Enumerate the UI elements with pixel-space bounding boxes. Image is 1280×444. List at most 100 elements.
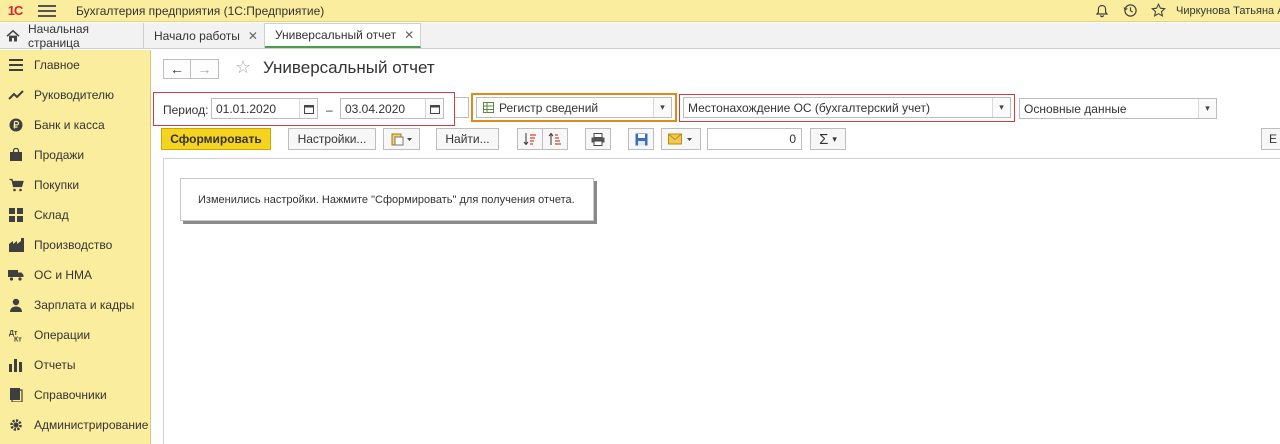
floppy-disk-icon [635,133,647,145]
find-button[interactable]: Найти... [436,128,499,150]
tab-start[interactable]: Начало работы ✕ [144,23,265,48]
source-group: Местонахождение ОС (бухгалтерский учет) … [679,94,1015,122]
tab-start-label: Начало работы [154,28,240,43]
sum-button[interactable]: Σ ▾ [810,128,846,150]
sum-value-field[interactable]: 0 [707,128,802,150]
logo-text: 1С [7,3,24,18]
chevron-down-icon[interactable]: ▾ [653,98,671,117]
sidebar-item-label: Банк и касса [34,118,105,132]
envelope-dropdown-icon [668,133,692,145]
star-icon[interactable] [1144,0,1172,22]
sidebar-item-label: Администрирование [34,418,149,432]
bell-icon[interactable] [1088,0,1116,22]
main-menu-icon[interactable] [38,4,56,17]
favorite-star-icon[interactable]: ☆ [235,57,251,78]
chevron-down-icon[interactable]: ▾ [992,98,1010,117]
sidebar-item-production[interactable]: Производство [0,230,150,260]
date-to-value: 03.04.2020 [345,101,406,116]
date-from-value: 01.01.2020 [216,101,277,116]
more-button[interactable]: Е [1261,128,1280,150]
save-button[interactable] [628,128,654,150]
source-type-select[interactable]: Регистр сведений ▾ [476,97,672,118]
report-form: ← → ☆ Универсальный отчет Период: 01.01.… [151,50,1280,444]
calendar-icon[interactable] [425,99,443,118]
chevron-down-icon: ▾ [832,133,837,144]
ruble-icon [8,117,24,133]
back-button[interactable]: ← [163,59,191,79]
chevron-down-icon[interactable]: ▾ [1198,99,1216,118]
sidebar-item-fixed-assets[interactable]: ОС и НМА [0,260,150,290]
sidebar-item-admin[interactable]: Администрирование [0,410,150,440]
sidebar: Главное Руководителю Банк и касса Продаж… [0,50,151,444]
generate-button[interactable]: Сформировать [161,128,271,150]
sidebar-item-warehouse[interactable]: Склад [0,200,150,230]
arrow-right-icon: → [197,61,212,77]
sort-desc-button[interactable] [542,128,568,150]
sort-asc-button[interactable] [517,128,543,150]
sidebar-item-label: Операции [34,328,91,342]
sidebar-item-manager[interactable]: Руководителю [0,80,150,110]
sidebar-item-sales[interactable]: Продажи [0,140,150,170]
close-icon[interactable]: ✕ [248,29,258,43]
menu-icon [8,57,24,73]
clipboard-dropdown-icon [391,133,412,146]
sidebar-item-label: Продажи [34,148,85,162]
source-value: Местонахождение ОС (бухгалтерский учет) [688,100,931,115]
tab-home-label: Начальная страница [28,21,90,50]
data-set-value: Основные данные [1024,101,1127,116]
factory-icon [8,237,24,253]
books-icon [8,387,24,403]
title-bar: 1С Бухгалтерия предприятия (1С:Предприят… [0,0,1280,22]
sidebar-item-operations[interactable]: Дт Кт Операции [0,320,150,350]
date-from-field[interactable]: 01.01.2020 [211,98,318,119]
sidebar-item-references[interactable]: Справочники [0,380,150,410]
gear-icon [8,417,24,433]
svg-text:Кт: Кт [14,337,22,343]
period-dash: – [326,103,333,117]
sidebar-item-label: Справочники [34,388,107,402]
variant-button[interactable] [383,128,420,150]
sigma-icon: Σ [819,130,829,148]
sidebar-item-label: ОС и НМА [34,268,93,282]
register-icon [483,102,494,116]
tab-universal-report[interactable]: Универсальный отчет ✕ [264,23,422,48]
source-select[interactable]: Местонахождение ОС (бухгалтерский учет) … [683,97,1011,118]
sidebar-item-main[interactable]: Главное [0,50,150,80]
forward-button[interactable]: → [191,59,219,79]
sidebar-item-bank[interactable]: Банк и касса [0,110,150,140]
sidebar-item-purchases[interactable]: Покупки [0,170,150,200]
sort-ascending-icon [523,133,536,146]
printer-icon [591,132,605,146]
sidebar-item-label: Покупки [34,178,80,192]
sidebar-item-label: Отчеты [34,358,76,372]
period-label: Период: [163,103,209,117]
arrow-left-icon: ← [170,61,184,77]
source-type-value: Регистр сведений [499,100,599,115]
truck-icon [8,267,24,283]
page-title: Универсальный отчет [263,58,435,77]
home-icon [6,29,20,43]
sidebar-item-label: Склад [34,208,69,222]
sidebar-item-reports[interactable]: Отчеты [0,350,150,380]
settings-button[interactable]: Настройки... [288,128,376,150]
user-name[interactable]: Чиркунова Татьяна Алексеевна [1176,5,1280,17]
print-button[interactable] [585,128,611,150]
sidebar-item-salary[interactable]: Зарплата и кадры [0,290,150,320]
source-type-group: Регистр сведений ▾ [471,93,677,122]
warehouse-icon [8,207,24,223]
history-icon[interactable] [1116,0,1144,22]
date-to-field[interactable]: 03.04.2020 [340,98,444,119]
calendar-icon[interactable] [299,99,317,118]
cart-icon [8,177,24,193]
tab-home[interactable]: Начальная страница [0,21,144,50]
data-set-select[interactable]: Основные данные ▾ [1019,98,1217,119]
period-choice-button[interactable] [455,97,469,118]
sidebar-item-label: Главное [34,58,80,72]
send-email-button[interactable] [661,128,701,150]
trend-icon [8,87,24,103]
close-icon[interactable]: ✕ [404,28,414,42]
dt-kt-icon: Дт Кт [8,327,24,343]
bar-chart-icon [8,357,24,373]
tab-universal-report-label: Универсальный отчет [274,28,397,42]
app-title: Бухгалтерия предприятия (1С:Предприятие) [76,3,325,18]
